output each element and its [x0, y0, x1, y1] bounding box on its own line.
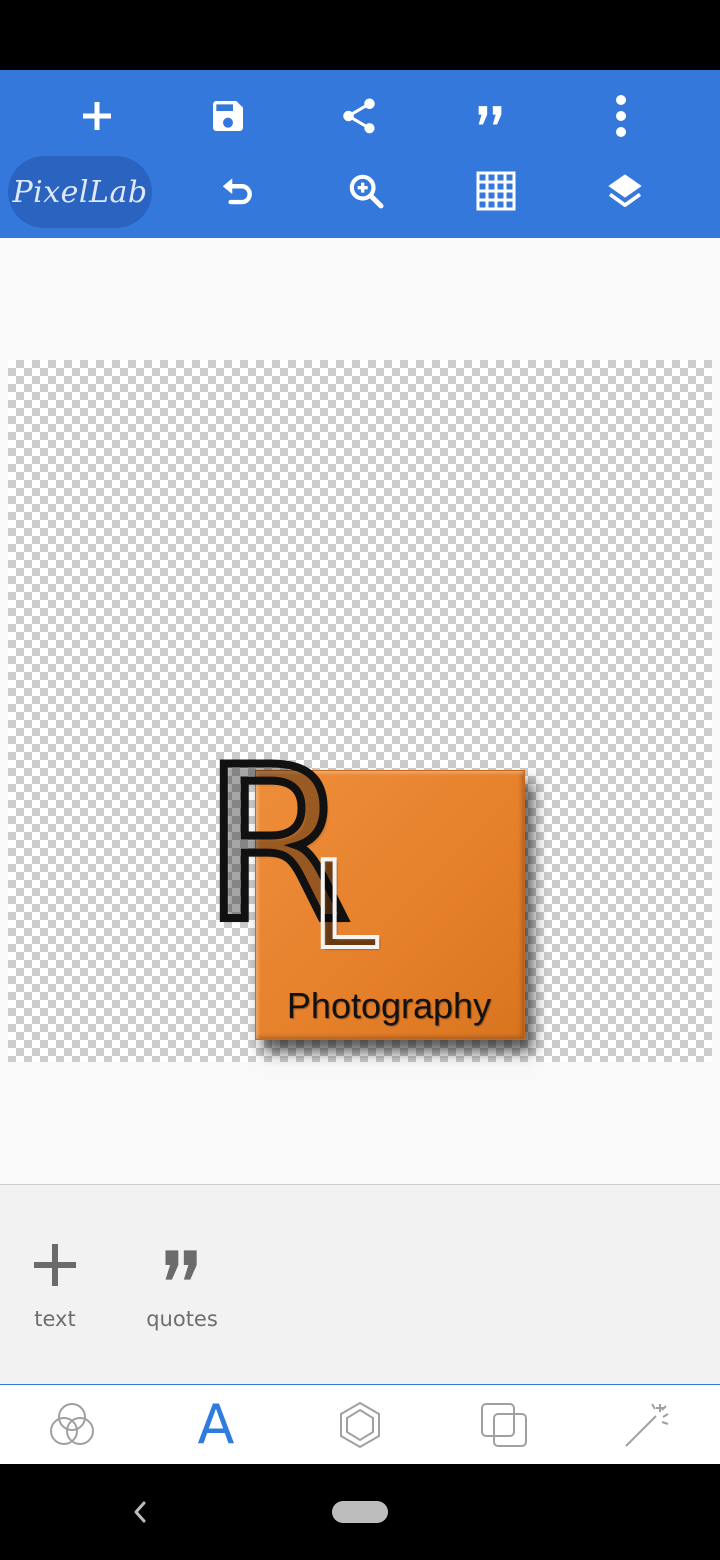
tool-label-text: text — [34, 1307, 76, 1331]
logo-design[interactable]: R L Photography — [199, 735, 553, 1065]
more-options-button[interactable] — [581, 81, 661, 151]
add-quotes-button[interactable]: quotes — [127, 1243, 237, 1331]
photography-text[interactable]: Photography — [255, 985, 523, 1027]
tool-panel: text quotes — [0, 1185, 720, 1384]
share-button[interactable] — [319, 81, 399, 151]
add-button[interactable] — [57, 81, 137, 151]
tab-effects[interactable] — [576, 1385, 720, 1464]
plus-icon — [34, 1244, 76, 1286]
overlap-squares-icon — [481, 1402, 527, 1447]
hexagon-icon — [340, 1401, 380, 1448]
quote-icon — [165, 1250, 197, 1280]
plus-icon — [83, 102, 111, 130]
app-name: PixelLab — [12, 174, 148, 210]
add-text-button[interactable]: text — [0, 1243, 110, 1331]
status-bar — [0, 0, 720, 70]
letter-l[interactable]: L — [309, 845, 380, 969]
layers-icon — [608, 174, 642, 208]
undo-icon — [222, 178, 252, 205]
tool-label-quotes: quotes — [146, 1307, 218, 1331]
zoom-button[interactable] — [326, 156, 406, 226]
zoom-in-icon — [349, 174, 384, 209]
undo-button[interactable] — [197, 156, 277, 226]
tab-shapes[interactable] — [288, 1385, 432, 1464]
quote-icon — [478, 106, 502, 125]
tab-images[interactable] — [432, 1385, 576, 1464]
blend-circles-icon — [50, 1402, 94, 1445]
transparent-canvas[interactable]: R L Photography — [8, 360, 712, 1062]
tab-text[interactable]: A — [144, 1385, 288, 1464]
share-icon — [343, 98, 375, 134]
save-button[interactable] — [188, 81, 268, 151]
tab-blend[interactable] — [0, 1385, 144, 1464]
grid-button[interactable] — [456, 156, 536, 226]
layers-button[interactable] — [585, 156, 665, 226]
canvas-area: R L Photography — [0, 238, 720, 1184]
home-pill-icon[interactable] — [332, 1501, 388, 1523]
system-navigation-bar — [0, 1464, 720, 1560]
bottom-tabbar: A — [0, 1385, 720, 1464]
back-button[interactable] — [120, 1488, 160, 1536]
text-icon: A — [197, 1392, 235, 1456]
top-toolbar: PixelLab — [0, 70, 720, 238]
more-vert-icon — [616, 95, 626, 137]
magic-wand-icon — [625, 1402, 669, 1447]
back-chevron-icon — [134, 1501, 146, 1523]
grid-icon — [476, 171, 516, 211]
app-logo[interactable]: PixelLab — [8, 156, 152, 228]
quotes-button[interactable] — [450, 81, 530, 151]
save-icon — [213, 101, 243, 131]
